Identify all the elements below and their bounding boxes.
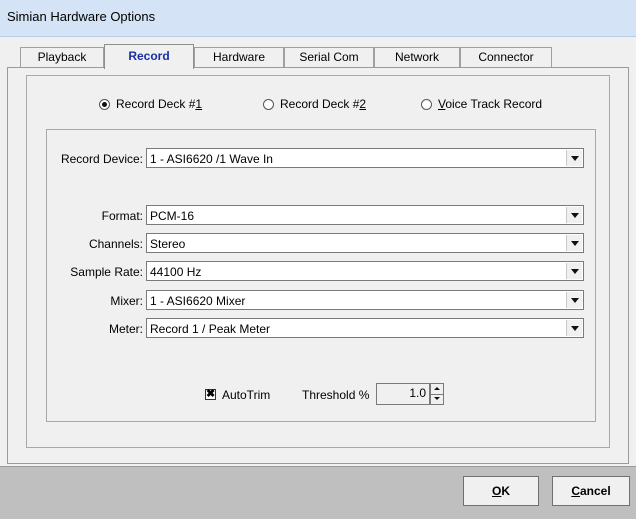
chevron-down-icon[interactable] bbox=[566, 235, 582, 251]
chevron-down-icon[interactable] bbox=[566, 150, 582, 166]
threshold-input[interactable]: 1.0 bbox=[376, 383, 430, 405]
select-value: 1 - ASI6620 Mixer bbox=[150, 294, 246, 308]
threshold-label: Threshold % bbox=[302, 388, 370, 402]
select-value: Stereo bbox=[150, 237, 186, 251]
radio-voice-track-record[interactable]: Voice Track Record bbox=[421, 97, 542, 111]
format-select[interactable]: PCM-16 bbox=[146, 205, 584, 225]
select-value: 1 - ASI6620 /1 Wave In bbox=[150, 152, 273, 166]
select-value: Record 1 / Peak Meter bbox=[150, 322, 271, 336]
sample-rate-label: Sample Rate: bbox=[70, 265, 143, 279]
chevron-down-icon[interactable] bbox=[566, 263, 582, 279]
tab-network[interactable]: Network bbox=[374, 47, 460, 67]
channels-select[interactable]: Stereo bbox=[146, 233, 584, 253]
tab-connector[interactable]: Connector bbox=[460, 47, 552, 67]
spin-down-icon[interactable] bbox=[431, 394, 443, 404]
record-device-select[interactable]: 1 - ASI6620 /1 Wave In bbox=[146, 148, 584, 168]
ok-button[interactable]: OK bbox=[463, 476, 539, 506]
format-label: Format: bbox=[101, 209, 143, 223]
radio-label: Record Deck #1 bbox=[116, 97, 203, 111]
radio-indicator bbox=[263, 98, 274, 110]
title-bar: Simian Hardware Options bbox=[0, 0, 636, 37]
sample-rate-select[interactable]: 44100 Hz bbox=[146, 261, 584, 281]
meter-select[interactable]: Record 1 / Peak Meter bbox=[146, 318, 584, 338]
tab-playback[interactable]: Playback bbox=[20, 47, 104, 67]
tab-record[interactable]: Record bbox=[104, 44, 194, 69]
channels-label: Channels: bbox=[88, 237, 143, 251]
select-value: PCM-16 bbox=[150, 209, 195, 223]
meter-label: Meter: bbox=[108, 322, 143, 336]
radio-record-deck-1[interactable]: Record Deck #1 bbox=[99, 97, 202, 111]
radio-indicator bbox=[421, 98, 432, 110]
select-value: 44100 Hz bbox=[150, 265, 202, 279]
radio-selected-indicator bbox=[99, 98, 110, 110]
autotrim-label[interactable]: AutoTrim bbox=[222, 388, 270, 402]
chevron-down-icon[interactable] bbox=[566, 320, 582, 336]
button-bar bbox=[0, 466, 636, 519]
mixer-label: Mixer: bbox=[110, 294, 143, 308]
radio-record-deck-2[interactable]: Record Deck #2 bbox=[263, 97, 366, 111]
record-device-label: Record Device: bbox=[60, 152, 143, 166]
mixer-select[interactable]: 1 - ASI6620 Mixer bbox=[146, 290, 584, 310]
tab-strip: Playback Record Hardware Serial Com Netw… bbox=[0, 44, 636, 69]
tab-hardware[interactable]: Hardware bbox=[194, 47, 284, 67]
radio-label: Record Deck #2 bbox=[280, 97, 367, 111]
window-title: Simian Hardware Options bbox=[7, 9, 156, 24]
tab-serial-com[interactable]: Serial Com bbox=[284, 47, 374, 67]
cancel-button[interactable]: Cancel bbox=[552, 476, 630, 506]
threshold-stepper[interactable] bbox=[430, 383, 444, 405]
radio-label: Voice Track Record bbox=[438, 97, 543, 111]
chevron-down-icon[interactable] bbox=[566, 292, 582, 308]
chevron-down-icon[interactable] bbox=[566, 207, 582, 223]
autotrim-checkbox[interactable]: ✖ bbox=[205, 389, 216, 400]
